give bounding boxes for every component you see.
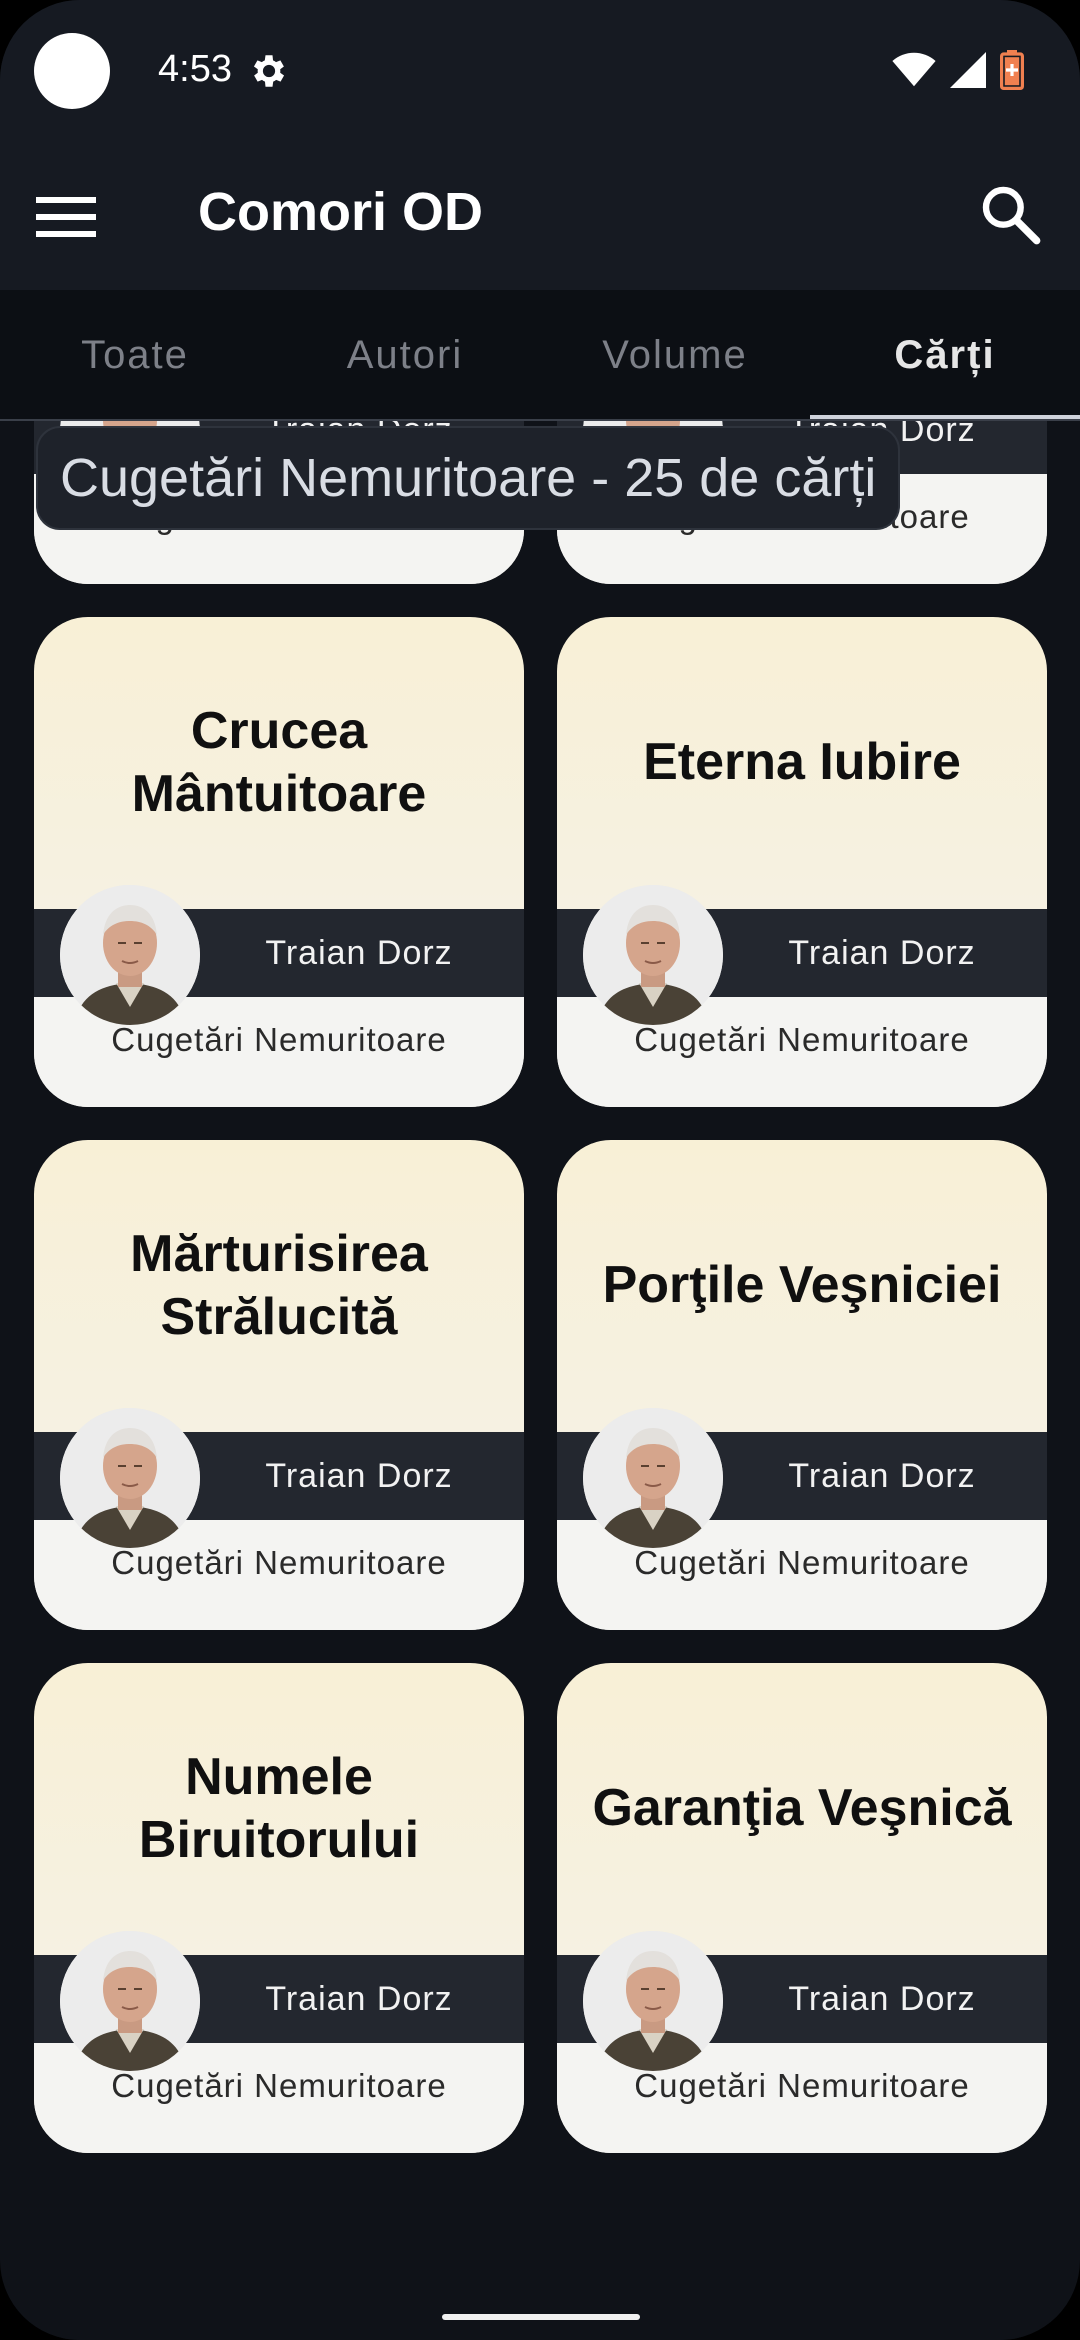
book-volume: Cugetări Nemuritoare <box>111 1544 447 1581</box>
book-volume: Cugetări Nemuritoare <box>111 1021 447 1058</box>
book-card[interactable]: Eterna Iubire Traian Dorz Cugetări Nemurit… <box>557 617 1047 1107</box>
toast-message: Cugetări Nemuritoare - 25 de cărți <box>36 426 901 530</box>
gear-icon <box>253 55 285 87</box>
book-author: Traian Dorz <box>265 1457 453 1495</box>
wifi-icon <box>892 52 936 87</box>
book-author: Traian Dorz <box>788 1457 976 1495</box>
book-card[interactable]: Porţile Veşniciei Traian Dorz Cugetări Nem… <box>557 1140 1047 1630</box>
book-volume: Cugetări Nemuritoare <box>111 2067 447 2104</box>
author-avatar <box>583 885 723 1025</box>
book-volume: Cugetări Nemuritoare <box>634 2067 970 2104</box>
battery-icon <box>1000 50 1024 90</box>
tab-carti[interactable]: Cărți <box>810 290 1080 420</box>
status-icons <box>892 48 1024 92</box>
navigation-bar <box>0 2292 1080 2340</box>
book-title: Crucea Mântuitoare <box>131 701 427 823</box>
book-grid[interactable]: Traian Dorz Cugetări Nemuritoare Traian Do… <box>0 421 1080 2291</box>
book-volume: Cugetări Nemuritoare <box>634 1544 970 1581</box>
camera-cutout <box>34 33 110 109</box>
screen: 4:53 Comori OD Toate Autori Volume Cărți… <box>0 0 1080 2340</box>
author-avatar <box>60 885 200 1025</box>
book-title: Garanţia Veşnică <box>592 1779 1012 1838</box>
tab-toate[interactable]: Toate <box>0 290 270 420</box>
app-bar: Comori OD <box>0 140 1080 290</box>
menu-icon[interactable] <box>36 192 96 242</box>
author-avatar <box>583 1408 723 1548</box>
author-avatar <box>60 1931 200 2071</box>
book-author: Traian Dorz <box>265 934 453 972</box>
app-title: Comori OD <box>198 182 484 242</box>
tab-volume[interactable]: Volume <box>540 290 810 420</box>
book-title: Numele Biruitorului <box>138 1747 420 1869</box>
book-title: Eterna Iubire <box>643 733 961 792</box>
book-author: Traian Dorz <box>788 934 976 972</box>
book-title: Mărturisirea Strălucită <box>130 1224 428 1346</box>
author-avatar <box>583 1931 723 2071</box>
book-card[interactable]: Numele Biruitorului Traian Dorz Cugetări N… <box>34 1663 524 2153</box>
book-card[interactable]: Crucea Mântuitoare Traian Dorz Cugetări Ne… <box>34 617 524 1107</box>
status-time: 4:53 <box>158 48 232 90</box>
author-avatar <box>60 1408 200 1548</box>
tab-autori[interactable]: Autori <box>270 290 540 420</box>
book-volume: Cugetări Nemuritoare <box>634 1021 970 1058</box>
tab-bar: Toate Autori Volume Cărți <box>0 290 1080 420</box>
book-title: Porţile Veşniciei <box>602 1256 1002 1315</box>
book-card[interactable]: Garanţia Veşnică Traian Dorz Cugetări Nemu… <box>557 1663 1047 2153</box>
home-gesture-handle[interactable] <box>442 2314 640 2320</box>
signal-icon <box>950 52 986 88</box>
book-author: Traian Dorz <box>265 1980 453 2018</box>
book-card[interactable]: Mărturisirea Strălucită Traian Dorz Cugetă… <box>34 1140 524 1630</box>
book-author: Traian Dorz <box>788 1980 976 2018</box>
status-bar: 4:53 <box>0 0 1080 140</box>
search-icon[interactable] <box>978 182 1042 246</box>
